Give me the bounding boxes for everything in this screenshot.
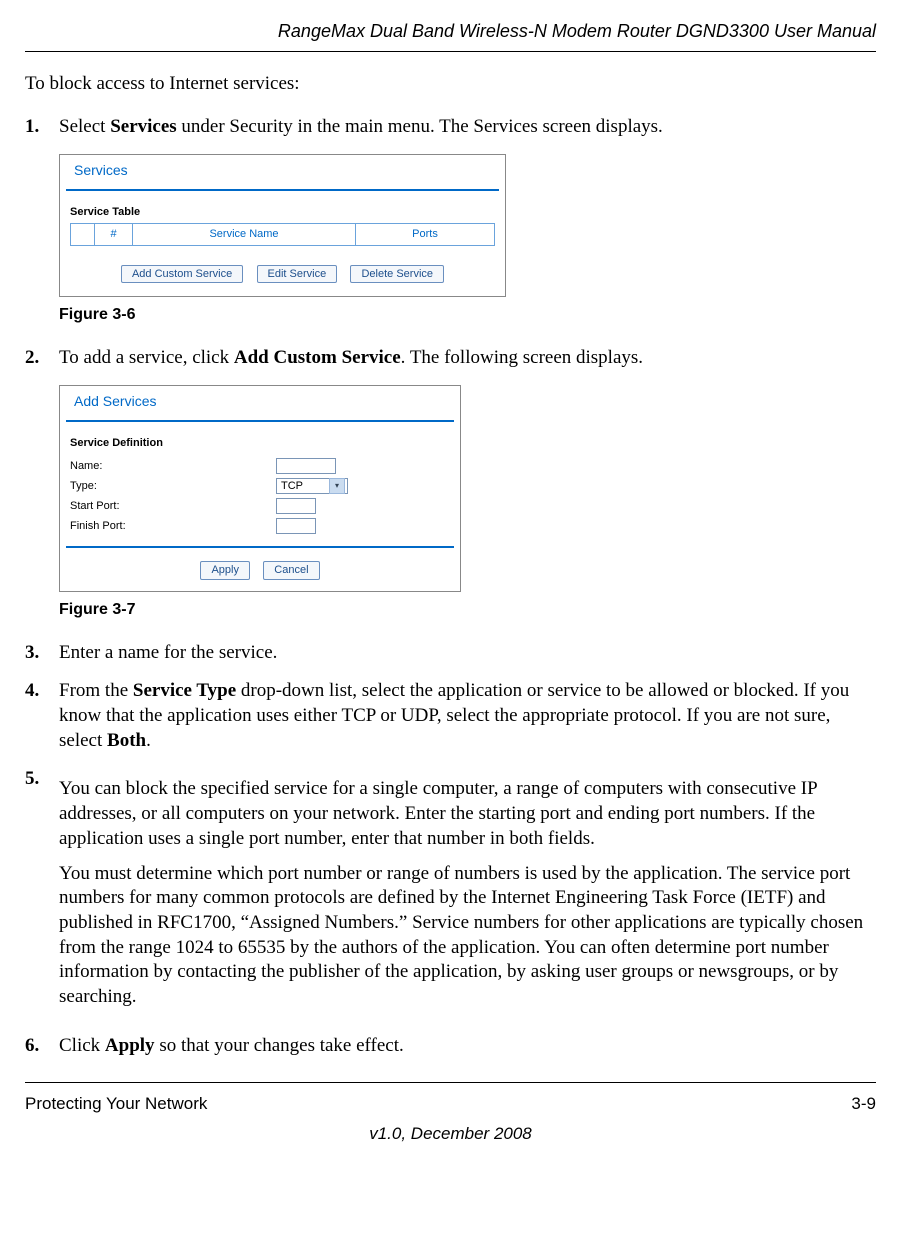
add-custom-service-button[interactable]: Add Custom Service — [121, 265, 243, 283]
step-5-body: You can block the specified service for … — [59, 767, 876, 1019]
step-3: 3. Enter a name for the service. — [25, 641, 876, 666]
step-6-number: 6. — [25, 1034, 59, 1059]
label-name: Name: — [70, 459, 276, 473]
step-1-body: Select Services under Security in the ma… — [59, 115, 876, 140]
step-4-number: 4. — [25, 679, 59, 753]
step-6-body: Click Apply so that your changes take ef… — [59, 1034, 876, 1059]
service-definition-label: Service Definition — [60, 422, 460, 456]
services-table: # Service Name Ports — [70, 223, 495, 245]
step-6-pre: Click — [59, 1035, 105, 1056]
row-name: Name: — [60, 456, 460, 476]
chevron-down-icon: ▾ — [329, 478, 345, 494]
footer-page-number: 3-9 — [851, 1093, 876, 1115]
row-type: Type: TCP ▾ — [60, 476, 460, 496]
step-4-body: From the Service Type drop-down list, se… — [59, 679, 876, 753]
step-3-body: Enter a name for the service. — [59, 641, 876, 666]
manual-title: RangeMax Dual Band Wireless-N Modem Rout… — [278, 21, 876, 41]
figure-3-6: Services Service Table # Service Name Po… — [59, 154, 876, 326]
add-services-panel: Add Services Service Definition Name: Ty… — [59, 385, 461, 592]
step-1: 1. Select Services under Security in the… — [25, 115, 876, 140]
finish-port-input[interactable] — [276, 518, 316, 534]
step-2-bold: Add Custom Service — [234, 347, 401, 368]
step-6: 6. Click Apply so that your changes take… — [25, 1034, 876, 1059]
intro-text: To block access to Internet services: — [25, 72, 876, 97]
col-number: # — [95, 224, 133, 244]
footer-version: v1.0, December 2008 — [25, 1115, 876, 1145]
footer-section: Protecting Your Network — [25, 1093, 207, 1115]
delete-service-button[interactable]: Delete Service — [350, 265, 444, 283]
manual-header: RangeMax Dual Band Wireless-N Modem Rout… — [25, 10, 876, 52]
label-type: Type: — [70, 479, 276, 493]
step-5: 5. You can block the specified service f… — [25, 767, 876, 1019]
step-6-bold: Apply — [105, 1035, 155, 1056]
step-5-p2: You must determine which port number or … — [59, 862, 876, 1010]
step-2-pre: To add a service, click — [59, 347, 234, 368]
services-table-header: # Service Name Ports — [71, 224, 494, 244]
col-checkbox — [71, 224, 95, 244]
step-4-pre: From the — [59, 680, 133, 701]
figure-3-6-caption: Figure 3-6 — [59, 305, 876, 326]
step-1-pre: Select — [59, 116, 110, 137]
step-1-bold: Services — [110, 116, 176, 137]
step-5-number: 5. — [25, 767, 59, 1019]
col-service-name: Service Name — [133, 224, 356, 244]
services-panel: Services Service Table # Service Name Po… — [59, 154, 506, 297]
add-services-title: Add Services — [66, 386, 454, 422]
step-2-body: To add a service, click Add Custom Servi… — [59, 346, 876, 371]
label-start-port: Start Port: — [70, 499, 276, 513]
row-finish-port: Finish Port: — [60, 516, 460, 536]
step-4-post: . — [146, 730, 151, 751]
cancel-button[interactable]: Cancel — [263, 561, 319, 579]
step-4-bold2: Both — [107, 730, 146, 751]
row-start-port: Start Port: — [60, 496, 460, 516]
type-select[interactable]: TCP ▾ — [276, 478, 348, 494]
apply-button[interactable]: Apply — [200, 561, 250, 579]
step-3-number: 3. — [25, 641, 59, 666]
services-button-row: Add Custom Service Edit Service Delete S… — [60, 250, 505, 297]
services-table-label: Service Table — [60, 191, 505, 223]
step-2-post: . The following screen displays. — [401, 347, 643, 368]
name-input[interactable] — [276, 458, 336, 474]
footer-row-1: Protecting Your Network 3-9 — [25, 1083, 876, 1115]
step-1-post: under Security in the main menu. The Ser… — [177, 116, 663, 137]
figure-3-7-caption: Figure 3-7 — [59, 600, 876, 621]
edit-service-button[interactable]: Edit Service — [257, 265, 338, 283]
step-4: 4. From the Service Type drop-down list,… — [25, 679, 876, 753]
start-port-input[interactable] — [276, 498, 316, 514]
col-ports: Ports — [356, 224, 494, 244]
services-panel-title: Services — [66, 155, 499, 191]
step-4-bold1: Service Type — [133, 680, 236, 701]
step-2-number: 2. — [25, 346, 59, 371]
label-finish-port: Finish Port: — [70, 519, 276, 533]
step-1-number: 1. — [25, 115, 59, 140]
figure-3-7: Add Services Service Definition Name: Ty… — [59, 385, 876, 621]
add-services-button-row: Apply Cancel — [66, 546, 454, 591]
type-select-value: TCP — [281, 479, 303, 493]
step-6-post: so that your changes take effect. — [155, 1035, 404, 1056]
step-5-p1: You can block the specified service for … — [59, 777, 876, 851]
step-2: 2. To add a service, click Add Custom Se… — [25, 346, 876, 371]
